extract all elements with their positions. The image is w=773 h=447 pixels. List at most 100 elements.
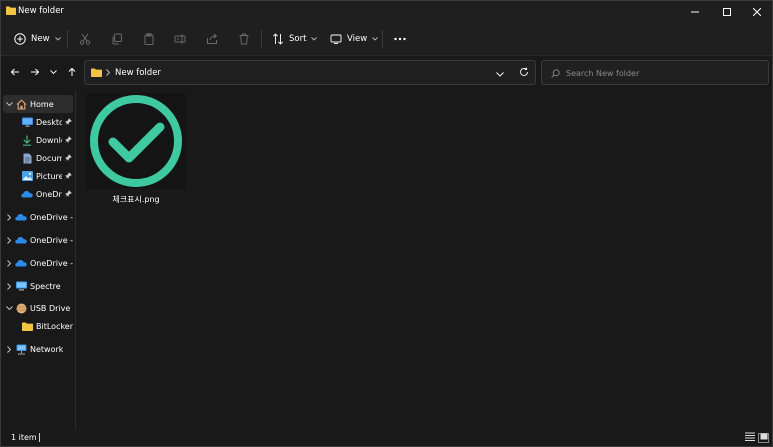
more-icon xyxy=(394,37,406,41)
folder-icon xyxy=(21,320,33,332)
view-icon xyxy=(330,33,342,45)
delete-button[interactable] xyxy=(238,22,250,56)
large-icons-view-button[interactable] xyxy=(758,433,769,443)
file-name: 체크표시.png xyxy=(112,195,160,204)
delete-icon xyxy=(238,33,250,45)
breadcrumb-current[interactable]: New folder xyxy=(115,68,161,78)
sidebar-item-usb-drive[interactable]: USB Drive (I xyxy=(3,299,73,317)
download-icon xyxy=(21,134,33,146)
network-icon xyxy=(15,343,27,355)
up-button[interactable] xyxy=(63,57,81,89)
forward-button[interactable] xyxy=(26,57,44,89)
sidebar-item-label: OneDrive xyxy=(36,189,62,199)
new-plus-icon xyxy=(14,33,26,45)
more-options-button[interactable] xyxy=(394,22,406,56)
rename-icon xyxy=(174,33,186,45)
sidebar-item-label: BitLocker xyxy=(36,321,73,331)
search-box[interactable] xyxy=(541,60,769,85)
chevron-right-icon[interactable] xyxy=(3,213,15,221)
sort-label: Sort xyxy=(289,34,307,44)
search-input[interactable] xyxy=(566,66,761,80)
sidebar-item-label: Spectre xyxy=(30,281,61,291)
onedrive-icon xyxy=(15,234,27,246)
sidebar-item-this-pc[interactable]: Spectre xyxy=(3,277,73,295)
sidebar-item-desktop[interactable]: Desktop xyxy=(21,113,73,131)
address-bar[interactable]: New folder xyxy=(84,60,536,85)
onedrive-icon xyxy=(15,211,27,223)
sidebar-item-label: OneDrive - xyxy=(30,212,73,222)
close-button[interactable] xyxy=(742,1,772,22)
arrow-up-icon xyxy=(67,67,77,80)
close-icon xyxy=(753,7,761,16)
minimize-button[interactable] xyxy=(680,1,710,22)
navigation-pane: Home Desktop Downloads Documents Picture… xyxy=(1,90,74,430)
back-button[interactable] xyxy=(6,57,24,89)
file-list-area[interactable]: 체크표시.png xyxy=(76,90,772,430)
status-bar: 1 item xyxy=(1,430,772,446)
arrow-left-icon xyxy=(10,67,20,80)
view-button[interactable]: View xyxy=(330,22,378,56)
chevron-down-icon xyxy=(54,37,61,41)
maximize-button[interactable] xyxy=(712,1,742,22)
sidebar-item-label: Downloads xyxy=(36,135,62,145)
copy-button[interactable] xyxy=(111,22,123,56)
pin-icon xyxy=(64,154,72,163)
chevron-right-icon[interactable] xyxy=(3,259,15,267)
share-button[interactable] xyxy=(206,22,218,56)
pin-icon xyxy=(64,118,72,127)
documents-icon xyxy=(21,152,33,164)
folder-icon xyxy=(6,6,16,18)
sidebar-item-onedrive-2[interactable]: OneDrive - xyxy=(3,231,73,249)
chevron-right-icon[interactable] xyxy=(3,236,15,244)
copy-icon xyxy=(111,33,123,45)
chevron-right-icon[interactable] xyxy=(3,282,15,290)
sidebar-item-downloads[interactable]: Downloads xyxy=(21,131,73,149)
large-icons-view-icon xyxy=(760,433,768,443)
sidebar-item-pictures[interactable]: Pictures xyxy=(21,167,73,185)
folder-icon xyxy=(91,68,102,80)
chevron-down-icon xyxy=(311,37,318,41)
sidebar-item-onedrive-1[interactable]: OneDrive - xyxy=(3,208,73,226)
sidebar-item-onedrive-3[interactable]: OneDrive - xyxy=(3,254,73,272)
onedrive-icon xyxy=(15,257,27,269)
recent-locations-button[interactable] xyxy=(44,57,62,89)
chevron-down-icon[interactable] xyxy=(3,101,15,107)
pin-icon xyxy=(64,190,72,199)
details-view-icon xyxy=(744,432,755,444)
pc-icon xyxy=(15,280,27,292)
search-icon xyxy=(551,69,560,81)
chevron-down-icon xyxy=(372,37,378,41)
rename-button[interactable] xyxy=(174,22,186,56)
file-thumbnail xyxy=(86,93,186,189)
chevron-down-icon xyxy=(49,68,57,78)
green-check-circle-icon xyxy=(86,95,186,192)
chevron-down-icon[interactable] xyxy=(3,305,15,311)
divider xyxy=(261,30,262,48)
refresh-icon[interactable] xyxy=(519,67,529,80)
details-view-button[interactable] xyxy=(744,432,755,444)
sidebar-item-onedrive-pinned[interactable]: OneDrive xyxy=(21,185,73,203)
sidebar-item-network[interactable]: Network xyxy=(3,340,73,358)
view-label: View xyxy=(347,34,368,44)
paste-button[interactable] xyxy=(143,22,155,56)
sidebar-item-documents[interactable]: Documents xyxy=(21,149,73,167)
breadcrumb-chevron-icon xyxy=(106,69,111,79)
sort-icon xyxy=(272,33,284,45)
onedrive-icon xyxy=(21,188,33,200)
sidebar-item-label: Desktop xyxy=(36,117,62,127)
sidebar-item-home[interactable]: Home xyxy=(3,95,73,113)
address-dropdown-icon[interactable] xyxy=(496,70,504,80)
sidebar-item-label: Pictures xyxy=(36,171,62,181)
cut-button[interactable] xyxy=(79,22,91,56)
sort-button[interactable]: Sort xyxy=(272,22,318,56)
item-count: 1 item xyxy=(11,433,37,442)
sidebar-item-label: Home xyxy=(30,99,54,109)
sidebar-item-label: USB Drive (I xyxy=(30,303,73,313)
window-title: New folder xyxy=(18,6,64,16)
file-item[interactable]: 체크표시.png xyxy=(86,93,186,207)
file-explorer-window: New folder New Sort View New folder Sear… xyxy=(0,0,773,447)
sidebar-item-bitlocker[interactable]: BitLocker xyxy=(21,317,73,335)
new-button[interactable]: New xyxy=(14,22,61,56)
share-icon xyxy=(206,33,218,45)
chevron-right-icon[interactable] xyxy=(3,345,15,353)
